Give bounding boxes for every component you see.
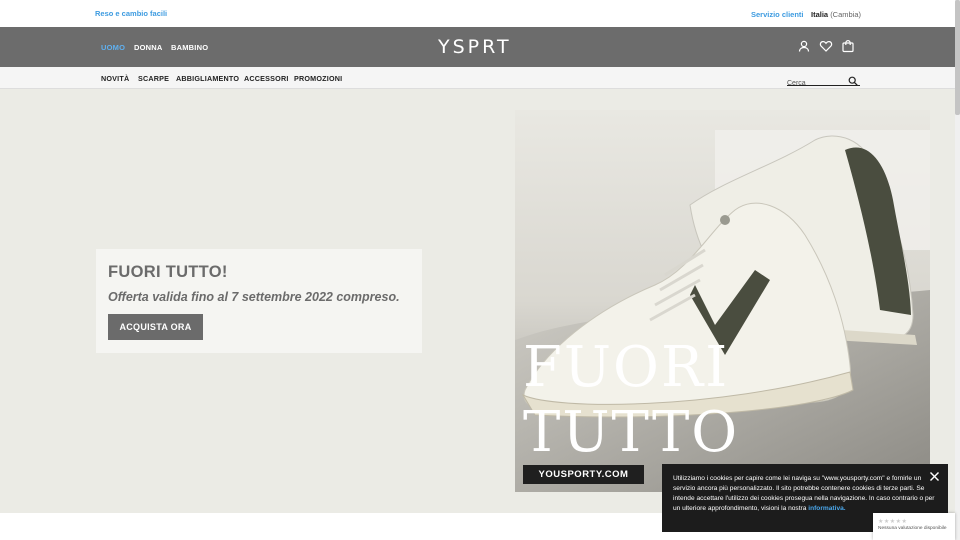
- hero-banner: FUORI TUTTO! Offerta valida fino al 7 se…: [0, 89, 955, 513]
- country-name: Italia: [811, 10, 829, 19]
- image-text-line1: FUORI: [523, 335, 730, 400]
- promo-box: FUORI TUTTO! Offerta valida fino al 7 se…: [96, 249, 422, 353]
- change-country-link[interactable]: (Cambia): [830, 10, 861, 19]
- rating-widget[interactable]: ★★★★★ Nessuna valutazione disponibile: [873, 513, 955, 540]
- gender-tab-donna[interactable]: DONNA: [134, 43, 163, 52]
- nav-scarpe[interactable]: SCARPE: [138, 74, 169, 83]
- search-input[interactable]: [787, 77, 842, 90]
- main-header: UOMO DONNA BAMBINO YSPRT: [0, 27, 955, 67]
- cookie-policy-link[interactable]: informativa.: [808, 505, 845, 512]
- rating-stars-icon: ★★★★★: [878, 519, 908, 525]
- category-nav: NOVITÀ SCARPE ABBIGLIAMENTO ACCESSORI PR…: [0, 67, 955, 90]
- top-utility-bar: Reso e cambio facili Servizio clienti It…: [0, 0, 955, 27]
- hero-image[interactable]: FUORI TUTTO YOUSPORTY.COM: [515, 110, 930, 492]
- rating-text: Nessuna valutazione disponibile: [878, 526, 947, 531]
- cart-icon[interactable]: [841, 39, 855, 53]
- easy-returns-link[interactable]: Reso e cambio facili: [95, 9, 167, 18]
- nav-novita[interactable]: NOVITÀ: [101, 74, 129, 83]
- close-icon[interactable]: [929, 471, 940, 482]
- search-box: [787, 72, 860, 90]
- image-text-line2: TUTTO: [523, 400, 740, 465]
- page-scrollbar[interactable]: [955, 0, 960, 540]
- customer-service-link[interactable]: Servizio clienti: [751, 10, 804, 19]
- user-icon[interactable]: [797, 39, 811, 53]
- search-icon[interactable]: [848, 73, 858, 86]
- image-site-label: YOUSPORTY.COM: [523, 465, 644, 484]
- promo-title: FUORI TUTTO!: [108, 263, 228, 281]
- promo-subtitle: Offerta valida fino al 7 settembre 2022 …: [108, 290, 400, 304]
- nav-abbigliamento[interactable]: ABBIGLIAMENTO: [176, 74, 239, 83]
- gender-tab-bambino[interactable]: BAMBINO: [171, 43, 208, 52]
- site-logo[interactable]: YSPRT: [438, 36, 512, 58]
- shop-now-button[interactable]: ACQUISTA ORA: [108, 314, 203, 340]
- nav-accessori[interactable]: ACCESSORI: [244, 74, 289, 83]
- heart-icon[interactable]: [819, 39, 833, 53]
- cookie-message: Utilizziamo i cookies per capire come le…: [673, 475, 935, 512]
- scrollbar-thumb[interactable]: [955, 0, 960, 115]
- nav-promozioni[interactable]: PROMOZIONI: [294, 74, 342, 83]
- country-selector[interactable]: Italia (Cambia): [811, 10, 861, 19]
- cookie-text: Utilizziamo i cookies per capire come le…: [673, 474, 935, 514]
- gender-tab-uomo[interactable]: UOMO: [101, 43, 125, 52]
